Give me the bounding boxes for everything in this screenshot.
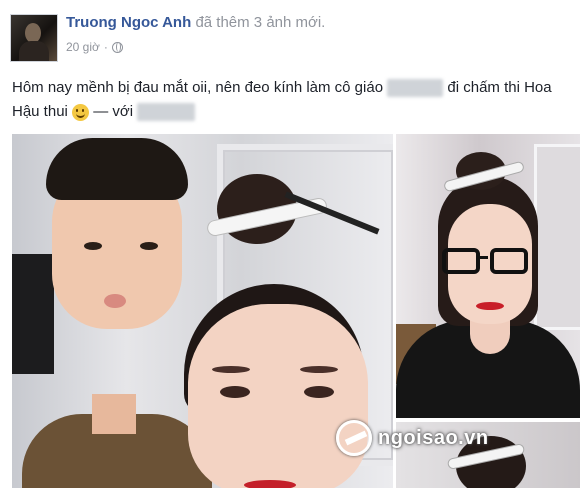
- avatar-figure: [25, 23, 41, 43]
- author-name-link[interactable]: Truong Ngoc Anh: [66, 14, 191, 31]
- profile-avatar[interactable]: [10, 14, 58, 62]
- glasses: [442, 248, 480, 274]
- post-status-text: Hôm nay mềnh bị đau mắt oii, nên đeo kín…: [12, 76, 572, 124]
- smile-emoji-icon: [72, 103, 90, 121]
- blurred-tagged-name[interactable]: [137, 103, 196, 122]
- post-timestamp[interactable]: 20 giờ: [66, 40, 100, 54]
- woman-face: [188, 304, 368, 488]
- blurred-name: [387, 79, 444, 98]
- post-header: Truong Ngoc Anh đã thêm 3 ảnh mới.: [66, 14, 325, 31]
- globe-icon[interactable]: [111, 41, 123, 53]
- avatar-figure-body: [19, 41, 49, 61]
- facebook-post: Truong Ngoc Anh đã thêm 3 ảnh mới. 20 gi…: [0, 0, 580, 488]
- post-action-text: đã thêm 3 ảnh mới.: [195, 14, 326, 31]
- watermark-text: ngoisao.vn: [378, 426, 489, 449]
- photo-2[interactable]: [396, 134, 580, 418]
- status-text-part1: Hôm nay mềnh bị đau mắt oii, nên đeo kín…: [12, 79, 384, 96]
- post-meta: 20 giờ ·: [66, 40, 123, 54]
- monitor: [12, 254, 54, 374]
- watermark-logo-icon: [336, 420, 372, 456]
- watermark: ngoisao.vn: [336, 418, 489, 458]
- with-label: — với: [93, 103, 134, 120]
